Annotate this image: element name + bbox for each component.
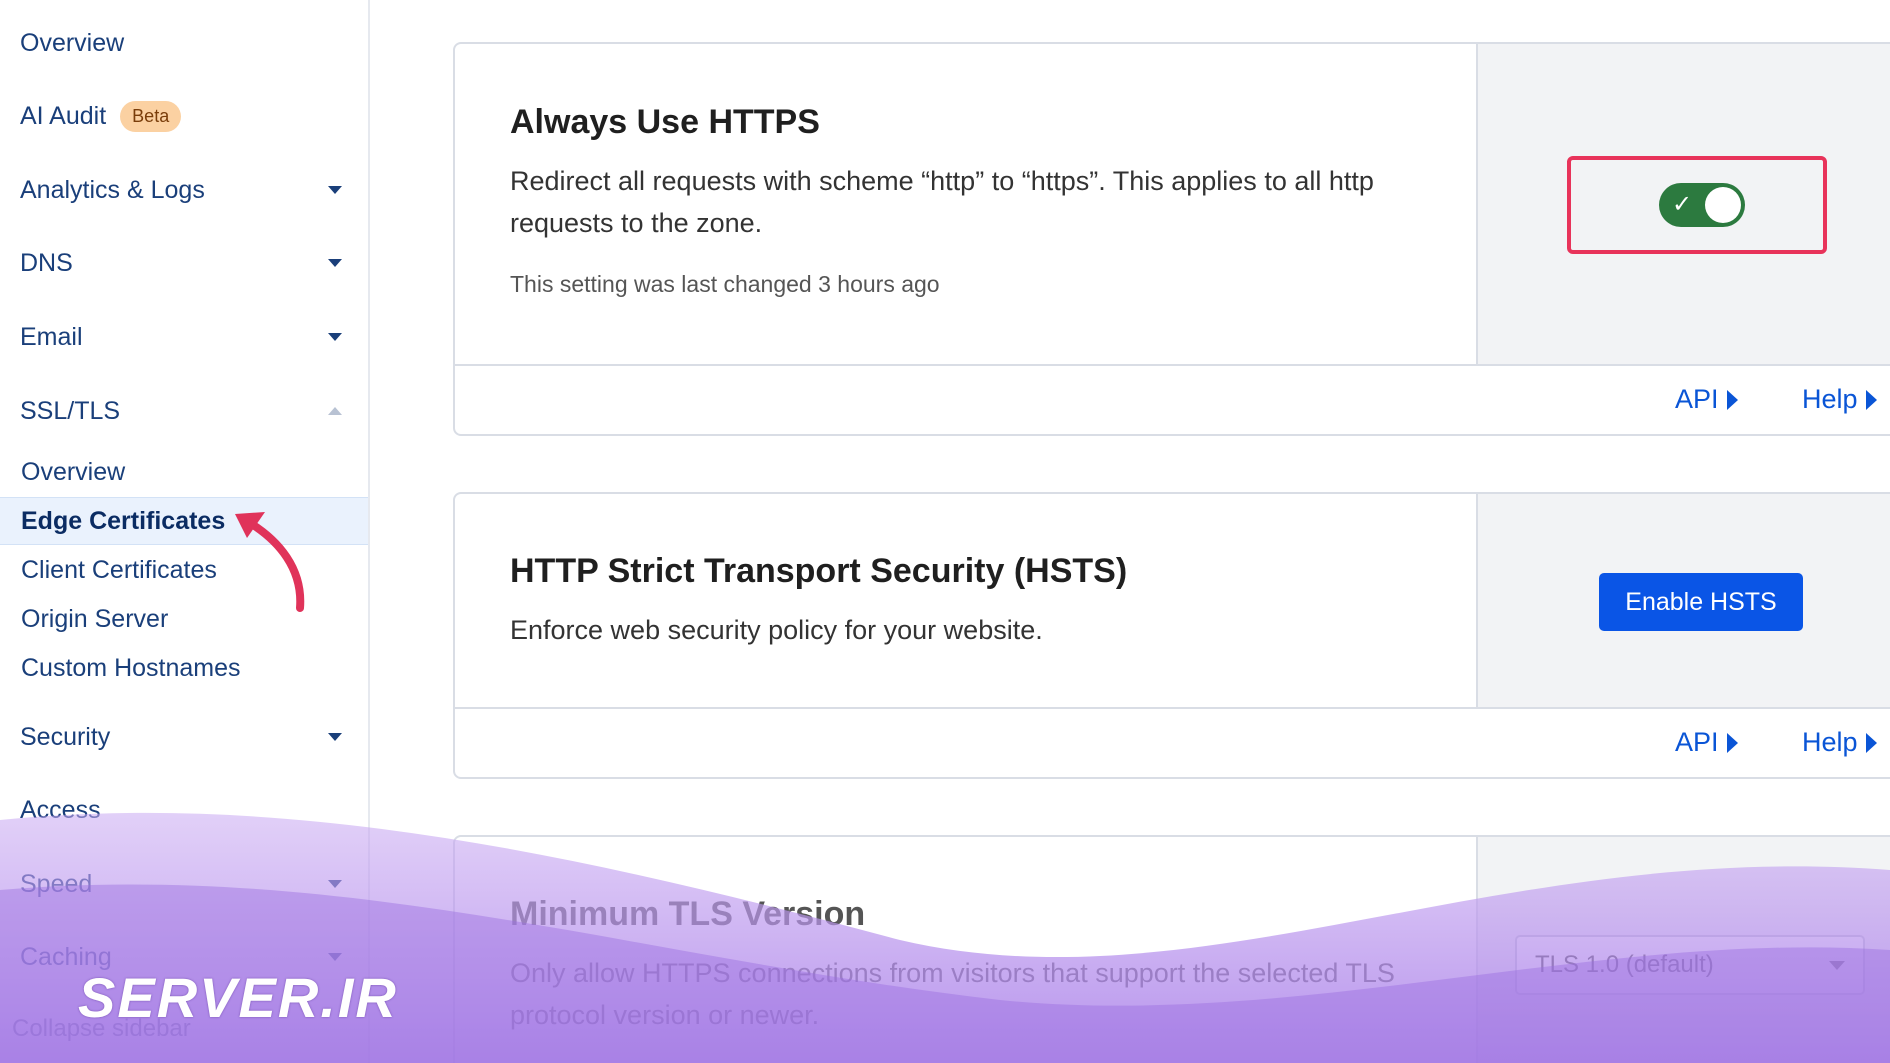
sidebar-item-label: Analytics & Logs [20, 175, 205, 204]
last-changed-text: This setting was last changed 3 hours ag… [510, 271, 940, 297]
sidebar-subitem-overview[interactable]: Overview [0, 448, 368, 496]
caret-right-icon [1865, 389, 1877, 410]
sidebar-item-label: Access [20, 795, 101, 824]
always-use-https-toggle[interactable]: ✓ [1659, 183, 1745, 227]
hsts-card: HTTP Strict Transport Security (HSTS) En… [453, 492, 1890, 779]
card-title: HTTP Strict Transport Security (HSTS) [510, 552, 1128, 590]
chevron-down-icon [1829, 960, 1845, 970]
chevron-down-icon [328, 953, 342, 961]
sidebar-subitem-custom-hostnames[interactable]: Custom Hostnames [0, 644, 368, 692]
annotation-arrow-icon [235, 512, 305, 612]
help-link-label: Help [1802, 384, 1858, 414]
sidebar-item-email[interactable]: Email [20, 312, 348, 362]
sidebar-subitem-label: Edge Certificates [21, 506, 226, 535]
card-description: Only allow HTTPS connections from visito… [510, 958, 1395, 1030]
tls-version-select[interactable]: TLS 1.0 (default) [1515, 935, 1865, 995]
sidebar-item-label: DNS [20, 248, 73, 277]
card-title: Minimum TLS Version [510, 895, 866, 933]
watermark-logo: SERVER.IR [78, 966, 398, 1029]
sidebar-item-label: Security [20, 722, 111, 751]
card-description: Redirect all requests with scheme “http”… [510, 166, 1374, 238]
sidebar-item-label: Email [20, 322, 83, 351]
sidebar-subitem-label: Origin Server [21, 604, 169, 633]
enable-hsts-button[interactable]: Enable HSTS [1599, 573, 1803, 631]
sidebar-item-label: Overview [20, 28, 125, 57]
always-use-https-card: Always Use HTTPS Redirect all requests w… [453, 42, 1890, 436]
card-description: Enforce web security policy for your web… [510, 615, 1043, 645]
sidebar-item-speed[interactable]: Speed [20, 859, 348, 909]
beta-badge: Beta [120, 100, 182, 132]
sidebar-item-analytics-logs[interactable]: Analytics & Logs [20, 165, 348, 215]
sidebar-item-overview[interactable]: Overview [20, 18, 348, 68]
sidebar-item-label: AI Audit [20, 101, 107, 130]
chevron-down-icon [328, 733, 342, 741]
api-link[interactable]: API [1675, 384, 1738, 415]
help-link-label: Help [1802, 727, 1858, 757]
help-link[interactable]: Help [1802, 384, 1877, 415]
api-link-label: API [1675, 384, 1719, 414]
chevron-down-icon [328, 259, 342, 267]
check-icon: ✓ [1672, 191, 1693, 218]
min-tls-card: Minimum TLS Version Only allow HTTPS con… [453, 835, 1890, 1063]
sidebar-item-label: Speed [20, 869, 93, 898]
sidebar-subitem-label: Client Certificates [21, 555, 217, 584]
select-value: TLS 1.0 (default) [1535, 951, 1714, 978]
toggle-knob [1705, 187, 1741, 223]
caret-right-icon [1726, 389, 1738, 410]
sidebar-subitem-label: Custom Hostnames [21, 653, 241, 682]
help-link[interactable]: Help [1802, 727, 1877, 758]
chevron-down-icon [328, 186, 342, 194]
sidebar-item-access[interactable]: Access [20, 785, 348, 835]
card-title: Always Use HTTPS [510, 103, 820, 141]
caret-right-icon [1726, 732, 1738, 753]
api-link-label: API [1675, 727, 1719, 757]
sidebar-subitem-label: Overview [21, 457, 126, 486]
chevron-down-icon [328, 880, 342, 888]
caret-right-icon [1865, 732, 1877, 753]
chevron-up-icon [328, 407, 342, 415]
sidebar-item-security[interactable]: Security [20, 712, 348, 762]
sidebar-item-dns[interactable]: DNS [20, 238, 348, 288]
chevron-down-icon [328, 333, 342, 341]
api-link[interactable]: API [1675, 727, 1738, 758]
sidebar-item-label: SSL/TLS [20, 396, 121, 425]
sidebar-item-ssl-tls[interactable]: SSL/TLS [20, 386, 348, 436]
sidebar-item-ai-audit[interactable]: AI Audit Beta [20, 91, 348, 141]
highlight-box: ✓ [1567, 156, 1827, 254]
